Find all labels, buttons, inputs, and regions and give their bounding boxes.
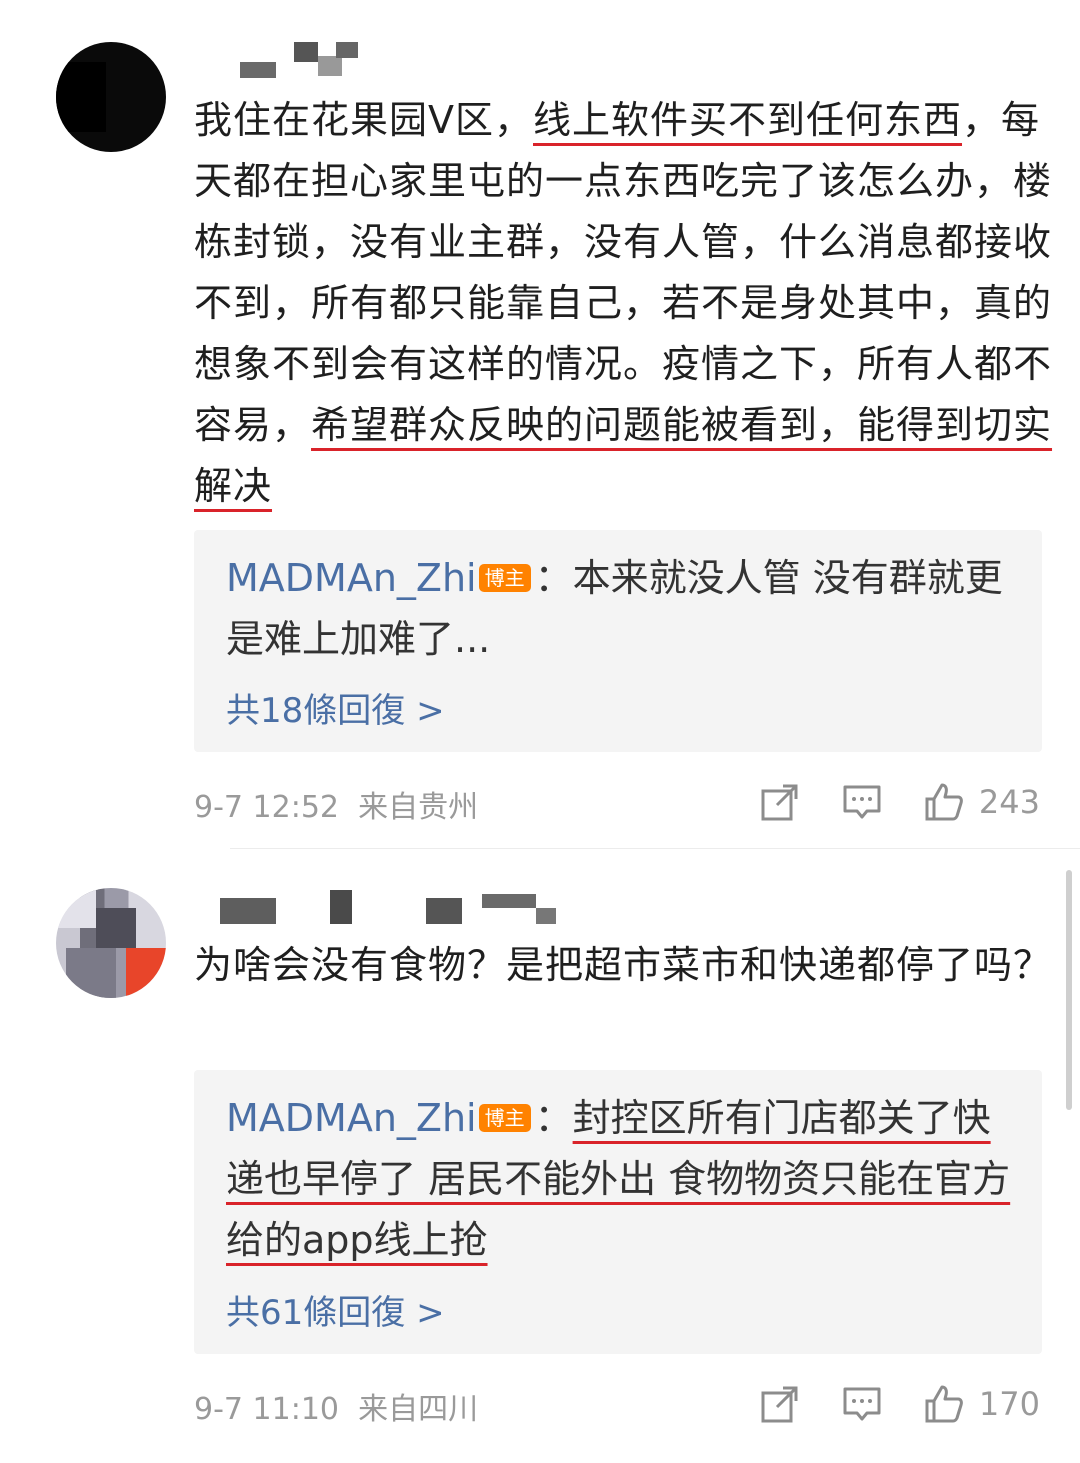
comment-icon[interactable] (841, 1383, 883, 1425)
comment-meta: 9-7 11:10 来自四川 (194, 1384, 478, 1428)
reply-count-link[interactable]: 共61條回復 > (226, 1285, 445, 1334)
comment-actions: 170 (719, 1382, 1040, 1426)
reply-box[interactable]: MADMAn_Zhi 博主 ：封控区所有门店都关了快递也早停了 居民不能外出 食物物… (194, 1070, 1042, 1354)
like-count: 170 (978, 1385, 1040, 1423)
reply-username[interactable]: MADMAn_Zhi (226, 1096, 477, 1140)
scrollbar[interactable] (1066, 870, 1072, 1110)
reply-content: MADMAn_Zhi 博主 ：封控区所有门店都关了快递也早停了 居民不能外出 食物物… (226, 1088, 1026, 1271)
comment-page: 我住在花果园Ⅴ区，线上软件买不到任何东西，每天都在担心家里屯的一点东西吃完了该怎… (0, 0, 1080, 1463)
comment-text: 为啥会没有食物？是把超市菜市和快递都停了吗？ (194, 935, 1054, 996)
comment-text-part: 为啥会没有食物？是把超市菜市和快递都停了吗？ (194, 943, 1053, 987)
username-blurred[interactable] (220, 890, 580, 924)
share-icon[interactable] (759, 1383, 801, 1425)
comment-2: 为啥会没有食物？是把超市菜市和快递都停了吗？ MADMAn_Zhi 博主 ：封控区所… (0, 0, 1080, 1463)
like-icon[interactable] (923, 1383, 965, 1425)
blogger-badge: 博主 (478, 1104, 531, 1132)
timestamp: 9-7 11:10 (194, 1392, 339, 1427)
avatar[interactable] (56, 888, 166, 998)
location: 来自四川 (358, 1392, 479, 1427)
reply-separator: ： (534, 1096, 573, 1140)
